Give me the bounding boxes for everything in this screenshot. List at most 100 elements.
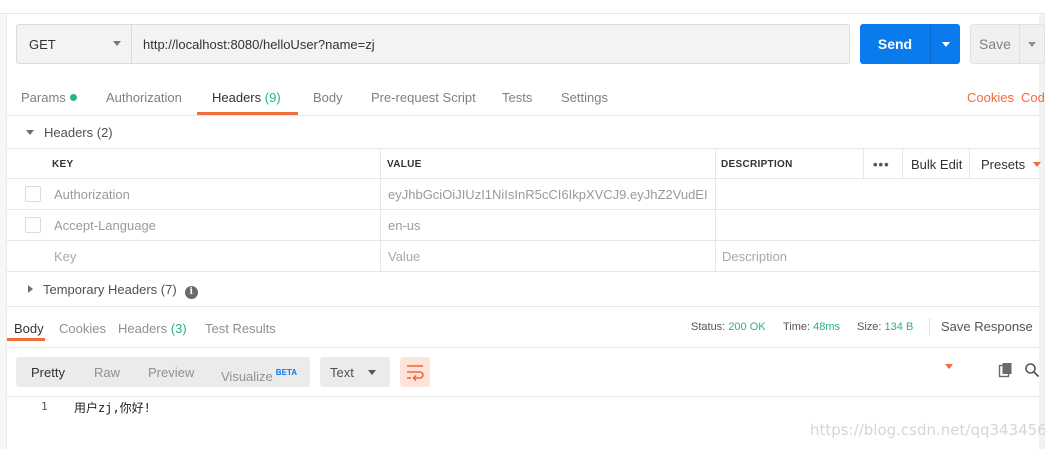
- size-meta: Size: 134 B: [857, 307, 913, 347]
- code-link[interactable]: Code: [1021, 80, 1045, 115]
- chevron-down-icon: [945, 364, 953, 369]
- send-dropdown[interactable]: [931, 24, 960, 64]
- column-key: KEY: [52, 159, 74, 170]
- chevron-down-icon: [1028, 41, 1036, 47]
- info-icon[interactable]: i: [184, 286, 198, 299]
- save-dropdown[interactable]: [1020, 25, 1044, 63]
- response-tab-test-results[interactable]: Test Results: [205, 307, 276, 347]
- request-tabs: Params Authorization Headers (9) Body Pr…: [7, 80, 1045, 116]
- time-meta: Time: 48ms: [783, 307, 840, 347]
- headers-section-toggle[interactable]: Headers (2): [26, 125, 113, 140]
- header-value-cell[interactable]: eyJhbGciOiJIUzI1NiIsInR5cCI6IkpXVCJ9.eyJ…: [388, 179, 708, 209]
- headers-section-title: Headers (2): [44, 125, 113, 140]
- column-divider: [715, 241, 716, 271]
- tab-authorization[interactable]: Authorization: [106, 80, 182, 115]
- header-key-cell[interactable]: Authorization: [54, 179, 130, 209]
- response-tabs: Body Cookies Headers (3) Test Results St…: [7, 306, 1039, 369]
- column-divider: [969, 149, 970, 179]
- column-divider: [380, 179, 381, 209]
- url-input[interactable]: http://localhost:8080/helloUser?name=zj: [132, 24, 850, 64]
- row-checkbox[interactable]: [25, 217, 41, 233]
- time-label: Time:: [783, 321, 811, 333]
- visualize-label: Visualize: [221, 369, 273, 384]
- column-value: VALUE: [387, 159, 422, 170]
- status-dot-icon: [69, 94, 77, 101]
- view-mode-raw[interactable]: Raw: [94, 357, 120, 387]
- view-mode-pretty[interactable]: Pretty: [31, 357, 65, 387]
- column-divider: [380, 241, 381, 271]
- top-strip: [0, 0, 1045, 14]
- line-number: 1: [41, 400, 48, 413]
- table-row-new: Key Value Description: [7, 241, 1039, 272]
- new-description-input[interactable]: Description: [722, 241, 787, 271]
- wrap-lines-button[interactable]: [400, 357, 430, 387]
- format-select[interactable]: Text: [320, 357, 390, 387]
- size-label: Size:: [857, 321, 882, 333]
- send-button[interactable]: Send: [860, 24, 960, 64]
- new-key-input[interactable]: Key: [54, 241, 76, 271]
- presets-button[interactable]: Presets: [981, 149, 1041, 179]
- response-body-text: 用户zj,你好!: [74, 401, 151, 415]
- column-divider: [863, 149, 864, 179]
- response-tab-headers[interactable]: Headers (3): [118, 307, 187, 347]
- active-tab-indicator: [197, 112, 298, 115]
- tab-body[interactable]: Body: [313, 80, 343, 115]
- view-mode-segmented: Pretty Raw Preview Visualize BETA: [16, 357, 310, 387]
- response-tab-cookies[interactable]: Cookies: [59, 307, 106, 347]
- tab-tests[interactable]: Tests: [502, 80, 532, 115]
- tab-settings[interactable]: Settings: [561, 80, 608, 115]
- header-value-cell[interactable]: en-us: [388, 210, 421, 240]
- left-edge: [0, 14, 7, 449]
- save-label: Save: [979, 36, 1011, 52]
- response-tab-headers-label: Headers: [118, 321, 168, 336]
- meta-divider: [929, 318, 930, 336]
- bulk-edit-button[interactable]: Bulk Edit: [911, 149, 962, 179]
- copy-icon[interactable]: [998, 362, 1014, 378]
- cookies-link[interactable]: Cookies: [967, 80, 1014, 115]
- header-key-cell[interactable]: Accept-Language: [54, 210, 156, 240]
- column-divider: [380, 210, 381, 240]
- status-meta: Status: 200 OK: [691, 307, 766, 347]
- chevron-down-icon: [941, 41, 950, 47]
- view-mode-visualize[interactable]: Visualize BETA: [221, 357, 297, 387]
- temporary-headers-title: Temporary Headers (7): [43, 282, 177, 297]
- tab-prerequest-script[interactable]: Pre-request Script: [371, 80, 476, 115]
- chevron-down-icon: [368, 370, 376, 375]
- presets-label: Presets: [981, 157, 1026, 172]
- save-response-label: Save Response: [941, 319, 1033, 334]
- watermark: https://blog.csdn.net/qq3434569: [810, 421, 1045, 439]
- response-tab-body[interactable]: Body: [14, 307, 44, 347]
- wrap-lines-icon: [407, 365, 424, 382]
- more-options-icon[interactable]: •••: [873, 149, 890, 179]
- active-response-tab-indicator: [7, 338, 45, 341]
- column-divider: [715, 179, 716, 209]
- tab-params[interactable]: Params: [21, 80, 77, 115]
- table-row: Authorization eyJhbGciOiJIUzI1NiIsInR5cC…: [7, 179, 1039, 210]
- temporary-headers-toggle[interactable]: Temporary Headers (7) i: [28, 282, 198, 299]
- save-button[interactable]: Save: [970, 24, 1045, 64]
- column-divider: [380, 149, 381, 179]
- tab-headers[interactable]: Headers (9): [212, 80, 281, 115]
- collapse-icon: [26, 130, 34, 135]
- search-icon[interactable]: [1024, 362, 1040, 378]
- row-checkbox[interactable]: [25, 186, 41, 202]
- view-mode-preview[interactable]: Preview: [148, 357, 194, 387]
- chevron-down-icon: [113, 41, 121, 46]
- send-label: Send: [877, 36, 913, 52]
- format-label: Text: [330, 365, 354, 380]
- table-header-row: KEY VALUE DESCRIPTION ••• Bulk Edit Pres…: [7, 148, 1041, 179]
- method-label: GET: [29, 36, 56, 52]
- table-row: Accept-Language en-us: [7, 210, 1039, 241]
- status-value: 200 OK: [728, 321, 766, 333]
- expand-icon: [28, 285, 33, 293]
- response-headers-count: (3): [170, 321, 187, 336]
- status-label: Status:: [691, 321, 726, 333]
- time-value: 48ms: [813, 321, 841, 333]
- new-value-input[interactable]: Value: [388, 241, 420, 271]
- tab-params-label: Params: [21, 90, 66, 105]
- size-value: 134 B: [884, 321, 914, 333]
- beta-badge: BETA: [275, 368, 297, 377]
- chevron-down-icon: [1032, 162, 1041, 167]
- method-select[interactable]: GET: [16, 24, 132, 64]
- column-divider: [902, 149, 903, 179]
